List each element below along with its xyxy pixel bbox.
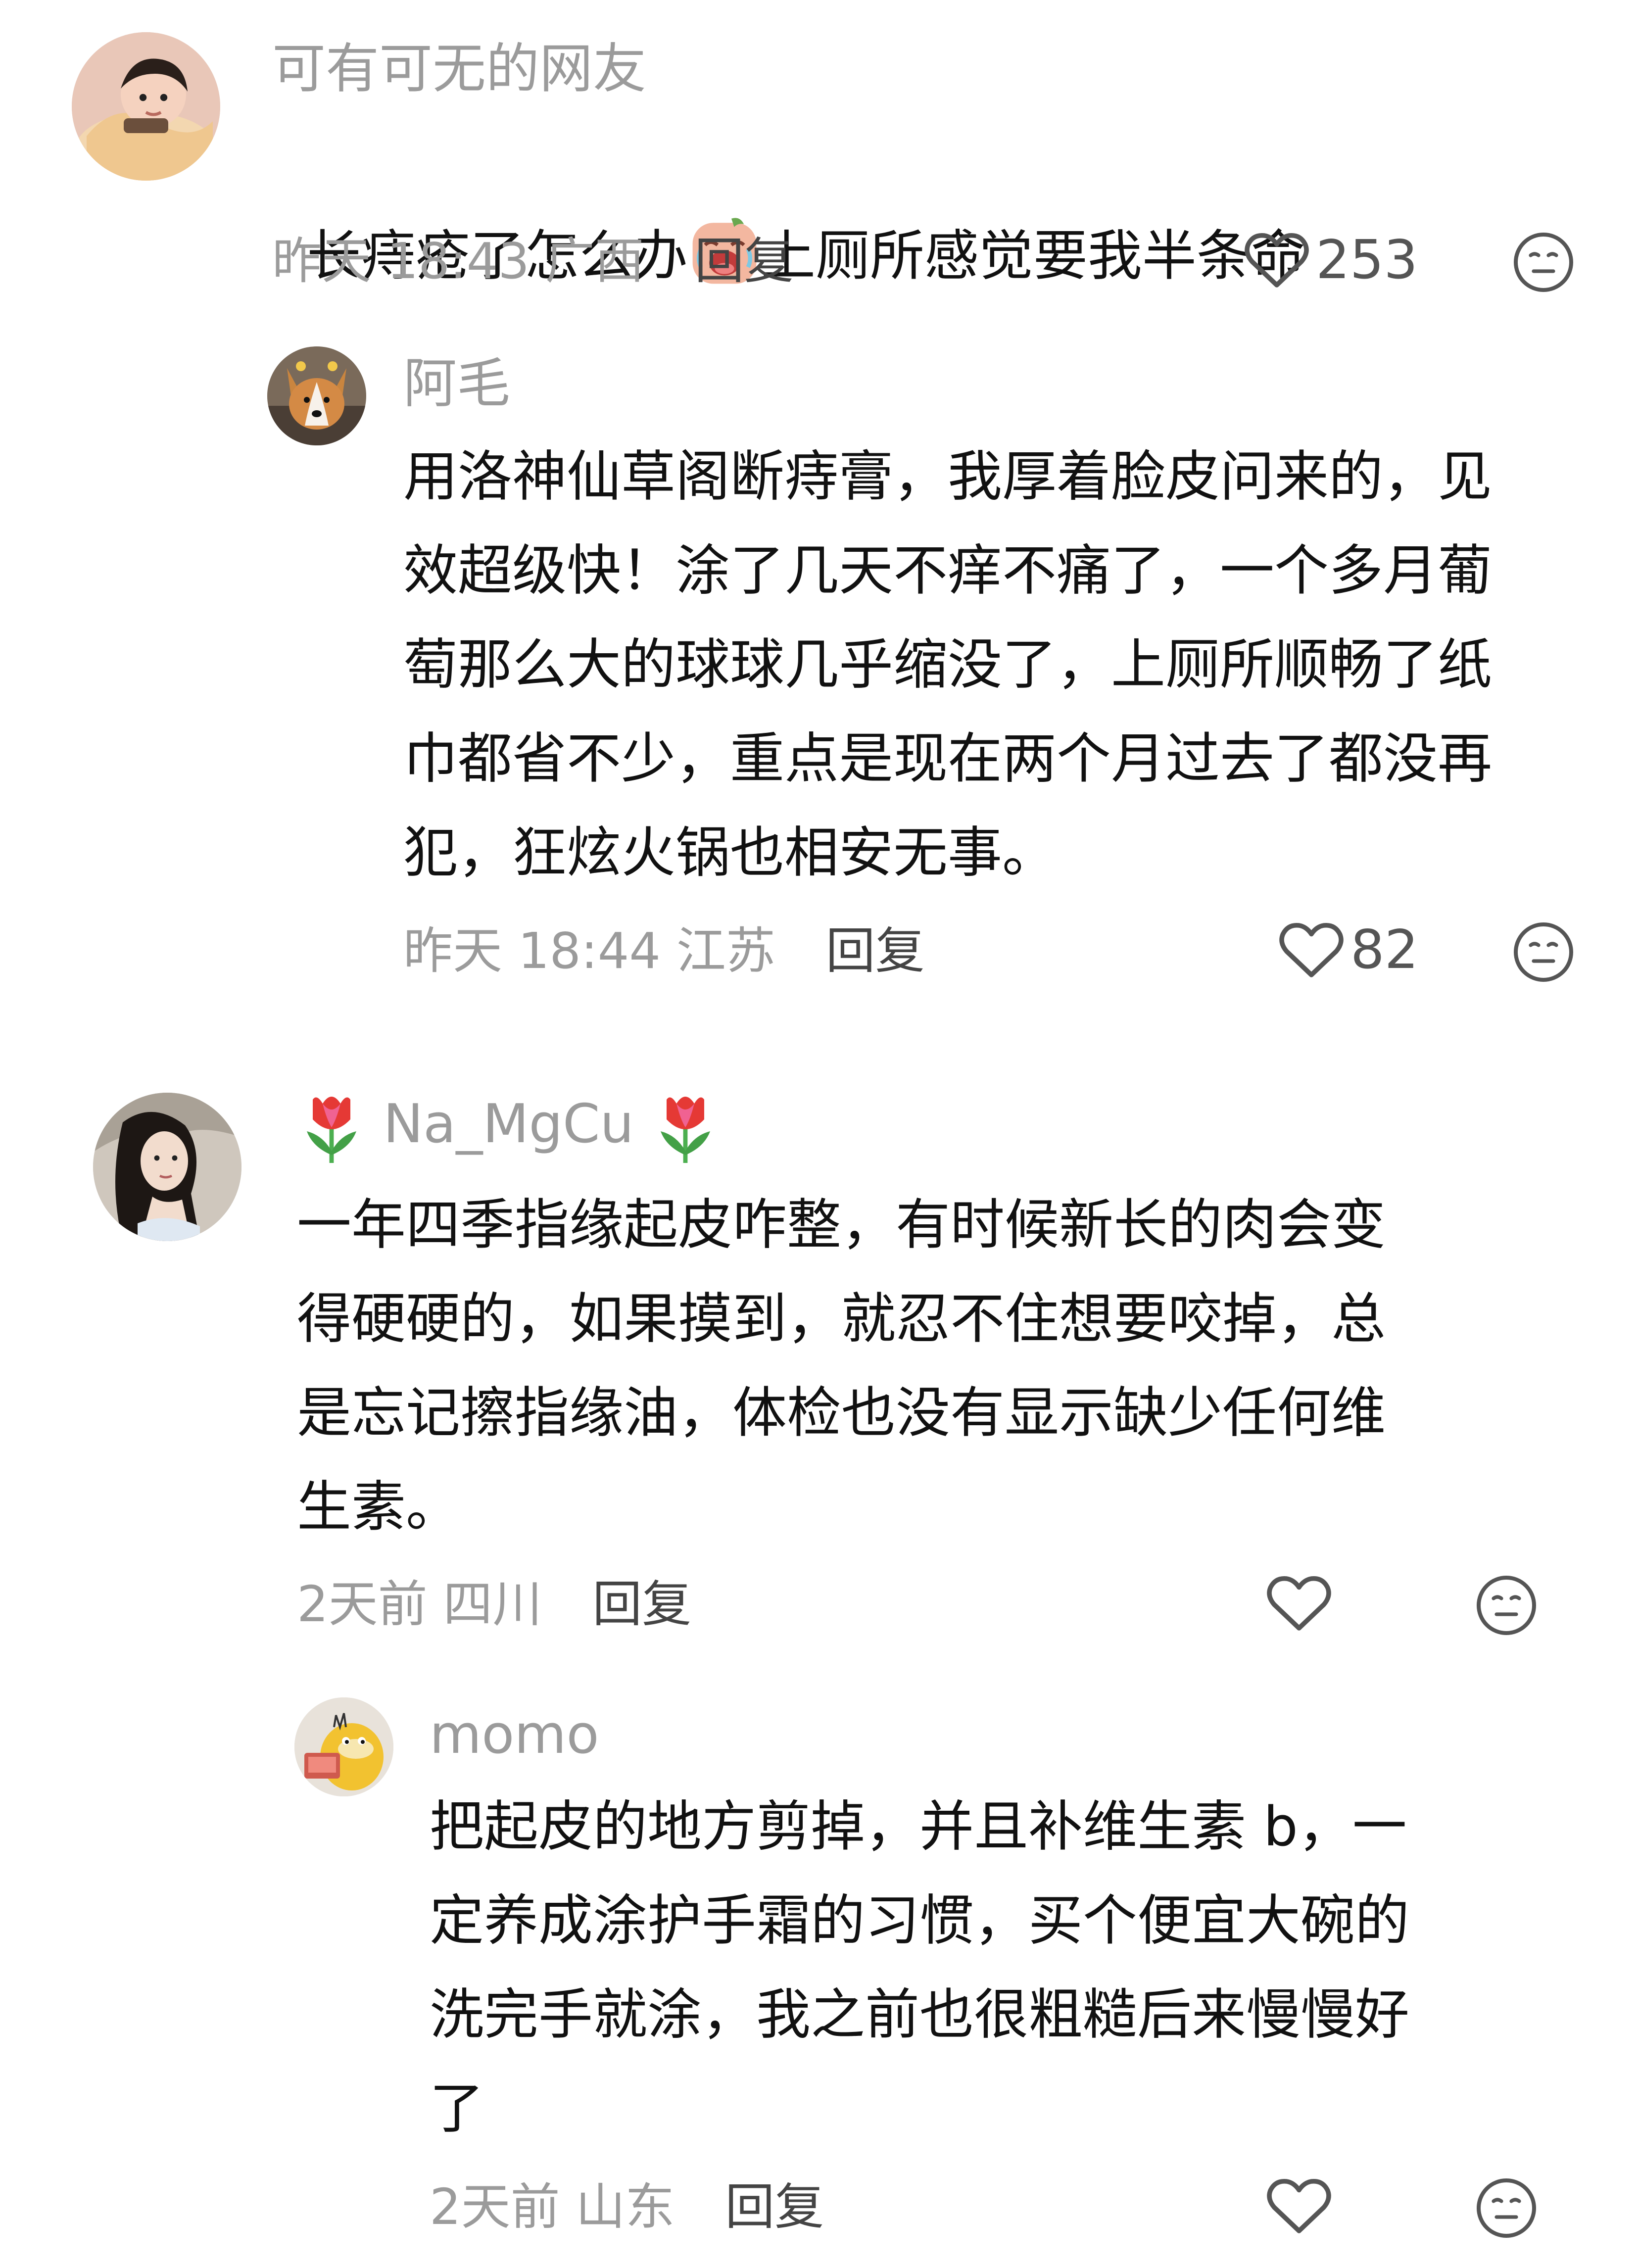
neutral-face-icon — [1477, 2178, 1536, 2238]
like-button[interactable]: 253 — [1245, 231, 1418, 290]
heart-outline-icon — [1245, 233, 1309, 288]
comment-username[interactable]: Na_MgCu — [297, 1088, 720, 1167]
heart-outline-icon — [1267, 1576, 1331, 1631]
dislike-button[interactable] — [1512, 920, 1575, 984]
heart-outline-icon — [1267, 2178, 1331, 2233]
comment-text-part: 上厕所感觉要我半条命 — [761, 224, 1305, 288]
dislike-button[interactable] — [1475, 1574, 1538, 1637]
reply-username[interactable]: momo — [430, 1708, 599, 1762]
reply-button[interactable]: 回复 — [695, 232, 794, 290]
like-button[interactable] — [1267, 1574, 1338, 1633]
reply-time: 昨天 18:44 — [403, 922, 661, 980]
neutral-face-icon — [1477, 1576, 1536, 1635]
avatar[interactable] — [294, 1697, 393, 1796]
comment-meta: 2天前 四川 回复 — [297, 1580, 691, 1629]
reply-location: 江苏 — [676, 922, 775, 980]
heart-outline-icon — [1279, 922, 1344, 977]
reply-button[interactable]: 回复 — [725, 2178, 824, 2236]
reply-button[interactable]: 回复 — [592, 1575, 691, 1633]
comment-time: 2天前 — [297, 1575, 428, 1633]
reply-text: 把起皮的地方剪掉，并且补维生素 b，一 定养成涂护手霜的习惯，买个便宜大碗的 洗… — [430, 1795, 1409, 2140]
avatar[interactable] — [93, 1093, 241, 1241]
comment-location: 四川 — [443, 1575, 542, 1633]
dislike-button[interactable] — [1512, 231, 1575, 294]
dog-avatar-icon — [267, 346, 366, 445]
dislike-button[interactable] — [1475, 2176, 1538, 2240]
comment-time: 昨天 18:43 — [272, 232, 530, 290]
like-button[interactable] — [1267, 2176, 1338, 2236]
baby-avatar-icon — [72, 32, 220, 181]
comment-meta: 昨天 18:43 广西 回复 — [272, 237, 794, 286]
like-button[interactable]: 82 — [1279, 920, 1418, 980]
reply-meta: 昨天 18:44 江苏 回复 — [403, 926, 925, 976]
reply-button[interactable]: 回复 — [826, 922, 925, 980]
comment-text: 一年四季指缘起皮咋整，有时候新长的肉会变 得硬硬的，如果摸到，就忍不住想要咬掉，… — [297, 1193, 1386, 1539]
tulip-icon — [651, 1088, 720, 1167]
woman-avatar-icon — [93, 1093, 241, 1241]
tulip-icon — [297, 1088, 366, 1167]
duck-avatar-icon — [294, 1697, 393, 1796]
reply-username[interactable]: 阿毛 — [403, 357, 510, 411]
avatar[interactable] — [267, 346, 366, 445]
neutral-face-icon — [1514, 233, 1573, 292]
comment-username-text: Na_MgCu — [383, 1093, 634, 1155]
comment-location: 广西 — [545, 232, 644, 290]
avatar[interactable] — [72, 32, 220, 181]
like-count: 253 — [1316, 229, 1418, 291]
reply-meta: 2天前 山东 回复 — [430, 2182, 824, 2232]
like-count: 82 — [1350, 919, 1419, 981]
neutral-face-icon — [1514, 922, 1573, 982]
reply-location: 山东 — [576, 2178, 675, 2236]
comment-username[interactable]: 可有可无的网友 — [272, 43, 646, 96]
reply-time: 2天前 — [430, 2178, 560, 2236]
reply-text: 用洛神仙草阁断痔膏，我厚着脸皮问来的，见 效超级快！涂了几天不痒不痛了，一个多月… — [403, 445, 1492, 884]
